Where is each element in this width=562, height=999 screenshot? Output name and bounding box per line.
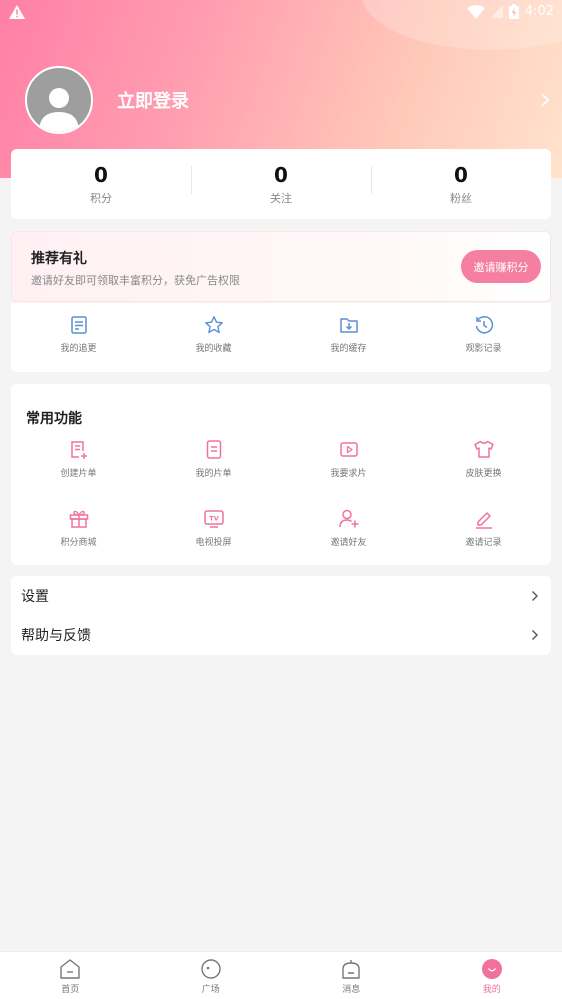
warning-icon [9,5,25,19]
status-time: 4:02 [524,4,554,19]
create-list-item[interactable]: 创建片单 [11,439,146,479]
avatar[interactable] [25,66,93,134]
my-updates-item[interactable]: 我的追更 [11,303,146,372]
settings-menu: 设置 帮助与反馈 [11,576,551,655]
svg-text:TV: TV [209,515,218,523]
add-user-icon [338,509,358,528]
gift-icon [69,510,88,528]
common-row: 创建片单 我的片单 我要求片 皮肤更换 [11,439,551,479]
stat-fans[interactable]: 0 粉丝 [371,162,551,206]
invite-friends-item[interactable]: 邀请好友 [281,508,416,548]
stats-card: 0 积分 0 关注 0 粉丝 [11,149,551,219]
invite-records-item[interactable]: 邀请记录 [416,508,551,548]
me-icon [481,959,502,979]
signal-icon [490,5,503,18]
square-icon [201,959,221,979]
item-label: 我的追更 [60,344,97,354]
stat-label: 关注 [270,192,292,205]
stat-label: 积分 [90,192,112,205]
stat-points[interactable]: 0 积分 [11,162,191,206]
change-skin-item[interactable]: 皮肤更换 [416,439,551,479]
tab-label: 广场 [201,985,220,995]
history-icon [475,316,493,334]
tab-me[interactable]: 我的 [422,952,562,999]
bottom-tab-bar: 首页 广场 消息 我的 [0,951,562,999]
menu-label: 帮助与反馈 [21,628,91,645]
tab-messages[interactable]: 消息 [281,952,422,999]
item-label: 我的缓存 [330,344,367,354]
tv-cast-item[interactable]: TV 电视投屏 [146,508,281,548]
invite-earn-button[interactable]: 邀请赚积分 [461,250,541,283]
play-request-icon [339,442,358,457]
item-label: 创建片单 [60,469,97,479]
chevron-right-icon[interactable] [540,92,550,108]
login-link[interactable]: 立即登录 [117,87,189,113]
request-movie-item[interactable]: 我要求片 [281,439,416,479]
points-mall-item[interactable]: 积分商城 [11,508,146,548]
my-favorites-item[interactable]: 我的收藏 [146,303,281,372]
user-silhouette-icon [39,88,79,132]
create-list-icon [70,441,87,459]
item-label: 皮肤更换 [465,469,502,479]
item-label: 邀请记录 [465,538,502,548]
chevron-right-icon [532,590,538,601]
tab-label: 消息 [342,985,361,995]
help-feedback-row[interactable]: 帮助与反馈 [11,616,551,656]
stat-label: 粉丝 [450,192,472,205]
referral-title: 推荐有礼 [31,251,87,267]
quick-access-row: 我的追更 我的收藏 我的缓存 观影记录 [11,303,551,372]
profile-login-area[interactable]: 立即登录 [25,66,189,134]
wifi-icon [466,4,485,19]
stat-value: 0 [454,163,468,187]
battery-icon [508,4,519,19]
common-row: 积分商城 TV 电视投屏 邀请好友 邀请记录 [11,508,551,548]
tv-icon: TV [203,510,224,528]
item-label: 观影记录 [465,344,502,354]
tab-square[interactable]: 广场 [141,952,282,999]
download-folder-icon [339,318,358,333]
menu-label: 设置 [21,588,49,605]
edit-record-icon [475,512,492,529]
tab-label: 我的 [482,985,501,995]
item-label: 电视投屏 [195,538,232,548]
shirt-icon [473,440,494,458]
item-label: 我要求片 [330,469,367,479]
item-label: 我的片单 [195,469,232,479]
star-icon [204,316,223,334]
watch-history-item[interactable]: 观影记录 [416,303,551,372]
settings-row[interactable]: 设置 [11,576,551,616]
stat-following[interactable]: 0 关注 [191,162,371,206]
my-list-item[interactable]: 我的片单 [146,439,281,479]
tab-home[interactable]: 首页 [0,952,141,999]
item-label: 邀请好友 [330,538,367,548]
section-title: 常用功能 [26,411,82,427]
referral-banner: 推荐有礼 邀请好友即可领取丰富积分，获免广告权限 邀请赚积分 [11,231,551,302]
my-cache-item[interactable]: 我的缓存 [281,303,416,372]
list-icon [206,440,221,459]
home-icon [60,959,80,979]
message-icon [342,960,360,979]
tab-label: 首页 [61,985,80,995]
item-label: 我的收藏 [195,344,232,354]
referral-description: 邀请好友即可领取丰富积分，获免广告权限 [31,274,240,287]
stat-value: 0 [94,163,108,187]
common-functions-card: 常用功能 创建片单 我的片单 我要求片 皮肤更换 积分商城 TV 电视投屏 邀请… [11,384,551,565]
item-label: 积分商城 [60,538,97,548]
status-bar: 4:02 [0,0,562,26]
chevron-right-icon [532,630,538,641]
stat-value: 0 [274,163,288,187]
follow-updates-icon [70,316,87,334]
